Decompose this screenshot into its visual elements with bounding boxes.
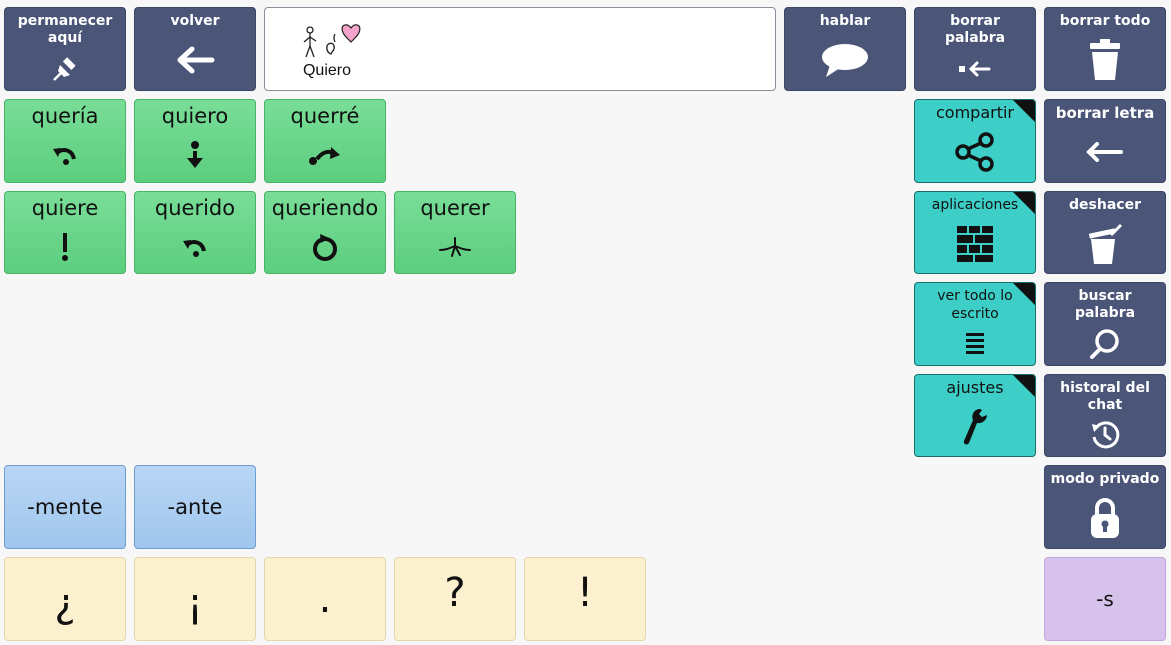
speech-bubble-icon: [820, 30, 870, 90]
punct-exclaim-button[interactable]: !: [524, 557, 646, 641]
suffix-s-label: -s: [1096, 587, 1114, 611]
folder-corner-marker: [1013, 192, 1035, 214]
verb-querre-label: querré: [290, 104, 360, 128]
private-mode-label: modo privado: [1050, 471, 1160, 487]
grid-apps-icon: [957, 214, 993, 273]
arrow-left-icon: [174, 30, 216, 90]
trash-undo-icon: [1085, 214, 1125, 273]
speak-button[interactable]: hablar: [784, 7, 906, 91]
back-button[interactable]: volver: [134, 7, 256, 91]
search-word-button[interactable]: buscar palabra: [1044, 282, 1166, 366]
delete-word-label: borrar palabra: [944, 13, 1006, 46]
past-imperfect-icon: [50, 128, 80, 182]
verb-quiero-label: quiero: [161, 104, 229, 128]
gerund-cycle-icon: [310, 220, 340, 273]
punct-question-button[interactable]: ?: [394, 557, 516, 641]
verb-querido-label: querido: [154, 196, 236, 220]
share-button[interactable]: compartir: [914, 99, 1036, 183]
settings-label: ajustes: [946, 378, 1004, 397]
suffix-s-button[interactable]: -s: [1044, 557, 1166, 641]
share-icon: [954, 122, 996, 182]
present-icon: [183, 128, 207, 182]
delete-word-button[interactable]: borrar palabra: [914, 7, 1036, 91]
punct-inverted-exclaim-button[interactable]: ¡: [134, 557, 256, 641]
suffix-mente-button[interactable]: -mente: [4, 465, 126, 549]
suffix-ante-button[interactable]: -ante: [134, 465, 256, 549]
undo-label: deshacer: [1069, 197, 1141, 213]
settings-button[interactable]: ajustes: [914, 374, 1036, 457]
speak-label: hablar: [819, 13, 871, 29]
view-all-written-button[interactable]: ver todo lo escrito: [914, 282, 1036, 366]
pin-icon: [51, 47, 79, 90]
folder-corner-marker: [1013, 283, 1035, 305]
search-icon: [1089, 322, 1121, 365]
trash-icon: [1088, 30, 1122, 90]
delete-letter-button[interactable]: borrar letra: [1044, 99, 1166, 183]
wrench-icon: [960, 397, 990, 456]
verb-quiero-button[interactable]: quiero: [134, 99, 256, 183]
verb-querido-button[interactable]: querido: [134, 191, 256, 274]
lock-icon: [1089, 488, 1121, 548]
folder-corner-marker: [1013, 375, 1035, 397]
root-icon: [438, 220, 472, 273]
punct-period-button[interactable]: .: [264, 557, 386, 641]
message-bar[interactable]: Quiero: [264, 7, 776, 91]
apps-label: aplicaciones: [931, 197, 1019, 213]
share-label: compartir: [935, 103, 1014, 122]
history-icon: [1090, 414, 1120, 456]
delete-letter-label: borrar letra: [1055, 104, 1155, 122]
verb-quiere-button[interactable]: quiere: [4, 191, 126, 274]
undo-button[interactable]: deshacer: [1044, 191, 1166, 274]
message-word-text: Quiero: [302, 62, 352, 79]
search-word-label: buscar palabra: [1074, 288, 1136, 321]
future-icon: [307, 128, 343, 182]
verb-queriendo-button[interactable]: queriendo: [264, 191, 386, 274]
punct-exclaim-label: !: [576, 570, 594, 616]
suffix-mente-label: -mente: [27, 495, 103, 519]
chat-history-label: historal del chat: [1060, 380, 1150, 413]
suffix-ante-label: -ante: [167, 495, 223, 519]
punct-period-label: .: [318, 576, 332, 622]
delete-word-icon: [955, 47, 995, 90]
past-participle-icon: [180, 220, 210, 273]
private-mode-button[interactable]: modo privado: [1044, 465, 1166, 549]
back-label: volver: [170, 13, 220, 29]
punct-inverted-question-button[interactable]: ¿: [4, 557, 126, 641]
verb-querre-button[interactable]: querré: [264, 99, 386, 183]
punct-question-label: ?: [444, 570, 466, 616]
arrow-left-icon: [1085, 122, 1125, 182]
verb-queria-label: quería: [31, 104, 99, 128]
stay-here-button[interactable]: permanecer aquí: [4, 7, 126, 91]
verb-queriendo-label: queriendo: [271, 196, 379, 220]
message-word[interactable]: Quiero: [285, 16, 369, 88]
apps-button[interactable]: aplicaciones: [914, 191, 1036, 274]
verb-querer-label: querer: [420, 196, 490, 220]
verb-queria-button[interactable]: quería: [4, 99, 126, 183]
clear-all-button[interactable]: borrar todo: [1044, 7, 1166, 91]
stay-here-label: permanecer aquí: [17, 13, 113, 46]
clear-all-label: borrar todo: [1059, 13, 1151, 29]
chat-history-button[interactable]: historal del chat: [1044, 374, 1166, 457]
person-wants-heart-icon: [303, 24, 361, 58]
punct-inverted-question-label: ¿: [54, 581, 76, 627]
folder-corner-marker: [1013, 100, 1035, 122]
exclamation-icon: [60, 220, 70, 273]
verb-quiere-label: quiere: [31, 196, 99, 220]
view-all-written-label: ver todo lo escrito: [937, 288, 1013, 322]
text-lines-icon: [965, 323, 985, 365]
verb-querer-button[interactable]: querer: [394, 191, 516, 274]
punct-inverted-exclaim-label: ¡: [186, 581, 204, 627]
